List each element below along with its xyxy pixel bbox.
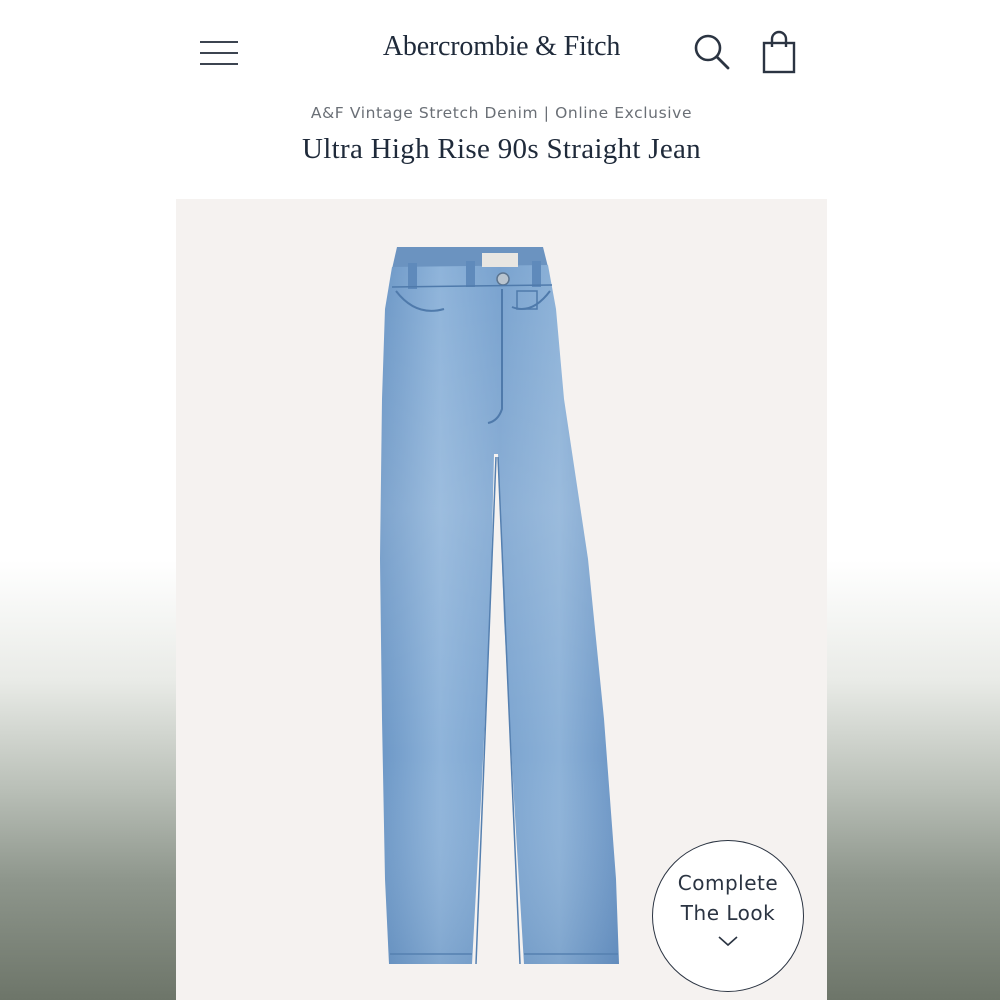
product-page: Abercrombie & Fitch A&F Vintage Stretch … [176,7,827,1000]
product-title: Ultra High Rise 90s Straight Jean [302,133,701,165]
header: Abercrombie & Fitch A&F Vintage Stretch … [176,7,827,199]
product-image[interactable]: Complete The Look [176,199,827,1000]
complete-the-look-label-2: The Look [680,901,776,925]
product-collection: A&F Vintage Stretch Denim | Online Exclu… [310,104,693,122]
search-icon[interactable] [691,31,733,73]
shopping-bag-icon[interactable] [760,29,798,75]
complete-the-look-label-1: Complete [677,871,779,895]
menu-bar [200,63,238,65]
chevron-down-icon [718,936,738,947]
complete-the-look-button[interactable]: Complete The Look [652,840,804,992]
